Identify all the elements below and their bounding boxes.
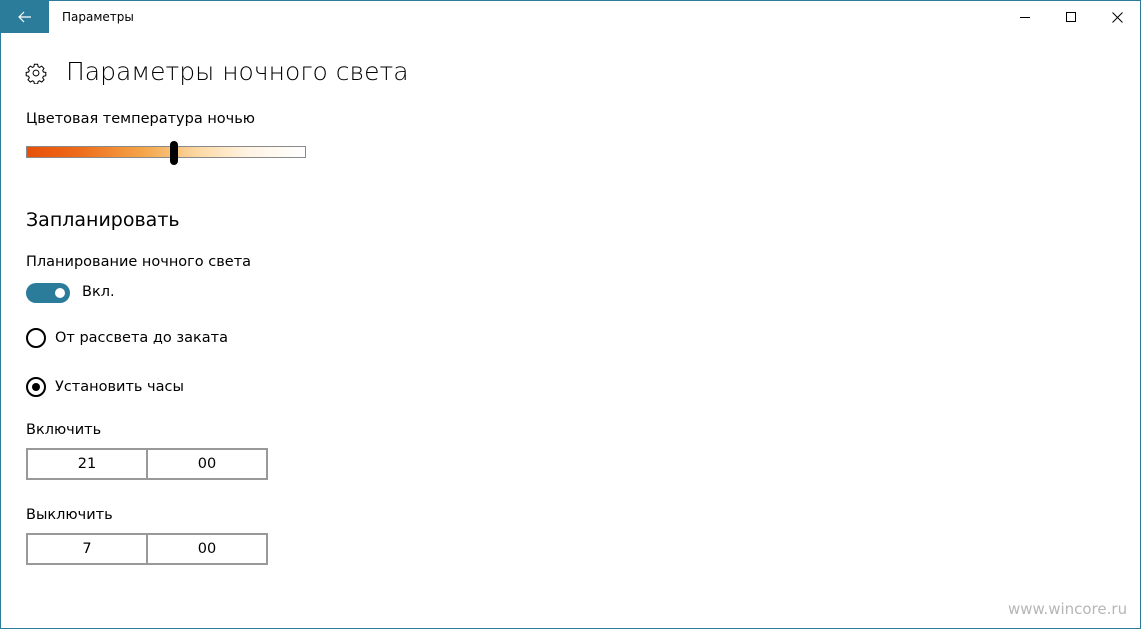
schedule-toggle[interactable] — [26, 283, 70, 303]
schedule-label: Планирование ночного света — [26, 254, 252, 270]
radio-label: Установить часы — [55, 379, 184, 395]
turn-off-time-picker[interactable]: 7 00 — [26, 533, 268, 565]
gear-icon — [25, 63, 47, 84]
radio-dot — [32, 383, 40, 391]
turn-off-label: Выключить — [26, 507, 113, 523]
color-temperature-label: Цветовая температура ночью — [26, 111, 255, 127]
radio-sunset-to-sunrise[interactable]: От рассвета до заката — [26, 327, 228, 349]
title-bar: Параметры — [1, 1, 1140, 33]
back-button[interactable] — [1, 1, 49, 33]
settings-window: Параметры Параметры ночного света Цветов… — [0, 0, 1141, 629]
turn-off-hour[interactable]: 7 — [28, 535, 146, 563]
minimize-button[interactable] — [1002, 1, 1048, 33]
radio-label: От рассвета до заката — [55, 330, 228, 346]
radio-button-selected[interactable] — [26, 377, 46, 397]
color-temperature-slider[interactable] — [26, 146, 306, 158]
toggle-knob — [55, 288, 65, 298]
schedule-heading: Запланировать — [26, 209, 180, 231]
turn-off-minute[interactable]: 00 — [146, 535, 266, 563]
close-button[interactable] — [1094, 1, 1140, 33]
turn-on-label: Включить — [26, 422, 102, 438]
turn-on-time-picker[interactable]: 21 00 — [26, 448, 268, 480]
close-icon — [1111, 11, 1123, 23]
maximize-button[interactable] — [1048, 1, 1094, 33]
maximize-icon — [1066, 12, 1076, 22]
window-title: Параметры — [62, 10, 134, 24]
slider-thumb[interactable] — [170, 141, 179, 165]
turn-on-hour[interactable]: 21 — [28, 450, 146, 478]
toggle-state-label: Вкл. — [82, 284, 115, 300]
watermark: www.wincore.ru — [1008, 600, 1128, 618]
radio-button[interactable] — [26, 328, 46, 348]
radio-set-hours[interactable]: Установить часы — [26, 376, 184, 398]
page-title: Параметры ночного света — [66, 57, 409, 86]
back-arrow-icon — [18, 11, 31, 23]
turn-on-minute[interactable]: 00 — [146, 450, 266, 478]
minimize-icon — [1020, 17, 1030, 18]
